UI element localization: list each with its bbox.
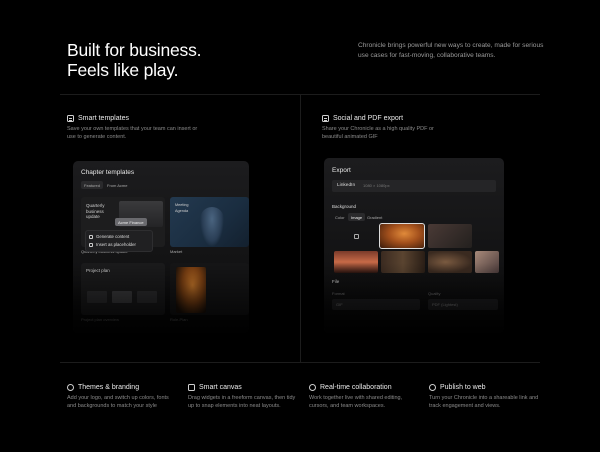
feature-description: Drag widgets in a freeform canvas, then … (188, 395, 296, 409)
panel-fade (324, 263, 504, 333)
feature-collaboration: Real-time collaboration Work together li… (309, 384, 421, 410)
plan-thumb-1 (87, 291, 107, 303)
feature-smart-templates: Smart templates Save your own templates … (67, 115, 207, 141)
export-panel-title: Export (332, 167, 351, 174)
template-card-role[interactable] (170, 263, 249, 315)
palette-icon (67, 384, 74, 391)
bg-image-5[interactable] (428, 251, 472, 273)
feature-description: Share your Chronicle as a high quality P… (322, 126, 434, 140)
feature-title: Themes & branding (78, 384, 140, 391)
feature-title: Smart templates (78, 115, 129, 122)
tab-featured[interactable]: Featured (81, 181, 104, 189)
menu-item-label: Insert as placeholder (96, 242, 136, 247)
menu-generate-content[interactable]: Generate content (89, 233, 149, 241)
feature-description: Turn your Chronicle into a shareable lin… (429, 395, 539, 409)
feature-themes: Themes & branding Add your logo, and swi… (67, 384, 179, 410)
file-quality-label: Quality (428, 291, 441, 296)
hero-description: Chronicle brings powerful new ways to cr… (358, 42, 544, 59)
bg-image-6[interactable] (475, 251, 499, 273)
bg-image-4[interactable] (381, 251, 425, 273)
hero-title-line1: Built for business. (67, 40, 202, 60)
templates-panel: Chapter templates Featured From Acme Qua… (73, 161, 249, 333)
bottom-divider (60, 362, 540, 363)
file-format-label: Format (332, 291, 345, 296)
export-format-select[interactable]: LinkedIn 1080 × 1080px (332, 180, 496, 192)
bg-image-2[interactable] (428, 224, 472, 248)
plan-thumb-2 (112, 291, 132, 303)
sparkle-icon (89, 235, 93, 239)
background-label: Background (332, 204, 357, 209)
hero-title-line2: Feels like play. (67, 60, 179, 80)
feature-title: Smart canvas (199, 384, 242, 391)
bg-tab-color[interactable]: Color (332, 213, 348, 221)
bg-image-3[interactable] (334, 251, 378, 273)
template-card-caption: Role-Plan (170, 317, 188, 322)
globe-icon (429, 384, 436, 391)
feature-title: Real-time collaboration (320, 384, 392, 391)
template-icon (67, 115, 74, 122)
feature-smart-canvas: Smart canvas Drag widgets in a freeform … (188, 384, 300, 410)
file-quality-select[interactable]: PDF (Lightest) (428, 299, 498, 310)
bg-tab-image[interactable]: Image (348, 213, 366, 221)
bg-image-selected[interactable] (379, 223, 425, 249)
template-card-meeting[interactable]: Meeting Agenda (170, 197, 249, 247)
template-card-title: Project plan (86, 268, 110, 273)
template-context-menu: Generate content Insert as placeholder (85, 230, 153, 252)
feature-publish: Publish to web Turn your Chronicle into … (429, 384, 541, 410)
feature-description: Work together live with shared editing, … (309, 395, 403, 409)
file-format-select[interactable]: GIF (332, 299, 420, 310)
menu-insert-placeholder[interactable]: Insert as placeholder (89, 241, 149, 249)
insert-icon (89, 243, 93, 247)
feature-description: Add your logo, and switch up colors, fon… (67, 395, 169, 409)
portrait-image-orange (176, 267, 206, 313)
feature-export: Social and PDF export Share your Chronic… (322, 115, 452, 141)
upload-icon[interactable] (354, 234, 359, 239)
template-card-title: Quarterly business update (86, 203, 105, 219)
menu-item-label: Generate content (96, 234, 130, 239)
portrait-image (200, 207, 224, 247)
template-card-badge: Acme Finance (115, 218, 147, 226)
export-panel: Export LinkedIn 1080 × 1080px Background… (324, 158, 504, 333)
export-format-label: LinkedIn (337, 182, 356, 188)
file-format-value: GIF (336, 301, 343, 307)
hero-title: Built for business. Feels like play. (67, 40, 202, 80)
template-card-caption: Market (170, 249, 183, 254)
feature-title: Publish to web (440, 384, 486, 391)
document-icon (322, 115, 329, 122)
feature-title: Social and PDF export (333, 115, 404, 122)
template-card-caption: Project plan overview (81, 317, 120, 322)
template-card-title: Meeting Agenda (175, 203, 189, 213)
plan-thumb-3 (137, 291, 157, 303)
collaboration-icon (309, 384, 316, 391)
center-divider (300, 94, 301, 362)
tab-from-acme[interactable]: From Acme (104, 181, 130, 189)
canvas-icon (188, 384, 195, 391)
templates-panel-title: Chapter templates (81, 169, 135, 176)
file-quality-value: PDF (Lightest) (432, 301, 458, 307)
feature-description: Save your own templates that your team c… (67, 126, 198, 140)
template-card-project-plan[interactable]: Project plan (81, 263, 165, 315)
bg-tab-gradient[interactable]: Gradient (364, 213, 385, 221)
file-label: File (332, 279, 340, 284)
export-format-dims: 1080 × 1080px (363, 183, 390, 188)
